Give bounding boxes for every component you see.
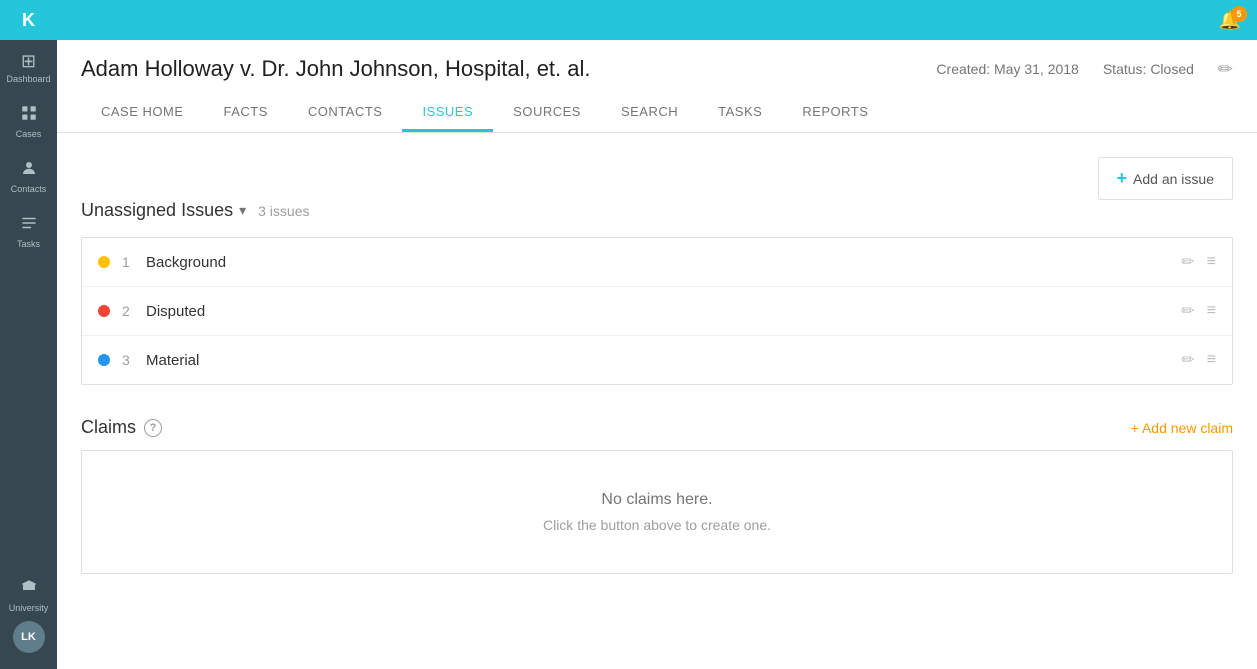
user-avatar[interactable]: LK <box>13 621 45 653</box>
sidebar-label-contacts: Contacts <box>11 184 47 194</box>
case-title-row: Adam Holloway v. Dr. John Johnson, Hospi… <box>81 56 1233 82</box>
notification-bell[interactable]: 🔔 5 <box>1219 10 1241 31</box>
tab-sources[interactable]: SOURCES <box>493 94 601 132</box>
help-icon[interactable]: ? <box>144 419 162 437</box>
issue-num: 2 <box>122 303 146 319</box>
unassigned-title-text: Unassigned Issues <box>81 200 233 221</box>
avatar-initials: LK <box>21 631 36 643</box>
issue-edit-icon[interactable]: ✏ <box>1181 301 1194 321</box>
sidebar-label-tasks: Tasks <box>17 239 40 249</box>
case-nav: CASE HOME FACTS CONTACTS ISSUES SOURCES … <box>81 94 1233 132</box>
issue-name: Disputed <box>146 303 1181 320</box>
unassigned-issues-header: Unassigned Issues ▾ 3 issues <box>81 200 1233 221</box>
tab-search[interactable]: SEARCH <box>601 94 698 132</box>
issue-actions: ✏ ≡ <box>1181 301 1216 321</box>
claims-title-text: Claims <box>81 417 136 438</box>
case-created: Created: May 31, 2018 <box>936 61 1078 77</box>
issue-dot-blue <box>98 354 110 366</box>
sidebar: K ⊞ Dashboard Cases Contacts Tasks Unive… <box>0 0 57 669</box>
claims-header: Claims ? + Add new claim <box>81 417 1233 438</box>
cases-icon <box>20 104 38 125</box>
no-claims-box: No claims here. Click the button above t… <box>81 450 1233 574</box>
sidebar-label-dashboard: Dashboard <box>6 74 50 84</box>
no-claims-text: No claims here. <box>122 491 1192 509</box>
tab-issues[interactable]: ISSUES <box>402 94 493 132</box>
issue-name: Material <box>146 352 1181 369</box>
topbar: 🔔 5 <box>57 0 1257 40</box>
tab-contacts[interactable]: CONTACTS <box>288 94 403 132</box>
tab-tasks[interactable]: TASKS <box>698 94 782 132</box>
table-row: 2 Disputed ✏ ≡ <box>82 287 1232 336</box>
unassigned-issues-title: Unassigned Issues ▾ <box>81 200 246 221</box>
tab-facts[interactable]: FACTS <box>204 94 288 132</box>
case-title: Adam Holloway v. Dr. John Johnson, Hospi… <box>81 56 591 82</box>
sidebar-label-cases: Cases <box>16 129 42 139</box>
issue-drag-icon[interactable]: ≡ <box>1207 253 1216 271</box>
sidebar-label-university: University <box>9 603 49 613</box>
tasks-icon <box>20 214 38 235</box>
issues-table: 1 Background ✏ ≡ 2 Disputed ✏ ≡ 3 Ma <box>81 237 1233 385</box>
add-new-claim-button[interactable]: + Add new claim <box>1131 420 1233 436</box>
case-edit-icon[interactable]: ✏ <box>1218 59 1233 80</box>
contacts-icon <box>20 159 38 180</box>
sidebar-item-contacts[interactable]: Contacts <box>0 147 57 202</box>
issue-num: 3 <box>122 352 146 368</box>
notification-badge: 5 <box>1231 6 1247 22</box>
issue-dot-red <box>98 305 110 317</box>
case-status: Status: Closed <box>1103 61 1194 77</box>
no-claims-sub: Click the button above to create one. <box>122 517 1192 533</box>
issue-drag-icon[interactable]: ≡ <box>1207 302 1216 320</box>
university-icon <box>20 578 38 599</box>
issue-actions: ✏ ≡ <box>1181 252 1216 272</box>
issue-num: 1 <box>122 254 146 270</box>
issue-name: Background <box>146 254 1181 271</box>
sidebar-item-university[interactable]: University <box>0 566 57 621</box>
issue-edit-icon[interactable]: ✏ <box>1181 252 1194 272</box>
add-issue-label: Add an issue <box>1133 171 1214 187</box>
main-content: 🔔 5 Adam Holloway v. Dr. John Johnson, H… <box>57 0 1257 669</box>
table-row: 1 Background ✏ ≡ <box>82 238 1232 287</box>
table-row: 3 Material ✏ ≡ <box>82 336 1232 384</box>
sidebar-item-tasks[interactable]: Tasks <box>0 202 57 257</box>
tab-reports[interactable]: REPORTS <box>782 94 888 132</box>
issue-drag-icon[interactable]: ≡ <box>1207 351 1216 369</box>
issue-actions: ✏ ≡ <box>1181 350 1216 370</box>
app-logo: K <box>0 0 57 40</box>
case-header: Adam Holloway v. Dr. John Johnson, Hospi… <box>57 40 1257 133</box>
dashboard-icon: ⊞ <box>21 52 36 70</box>
chevron-down-icon[interactable]: ▾ <box>239 202 246 219</box>
claims-title: Claims ? <box>81 417 162 438</box>
issues-content: + Add an issue Unassigned Issues ▾ 3 iss… <box>57 133 1257 669</box>
sidebar-item-dashboard[interactable]: ⊞ Dashboard <box>0 40 57 92</box>
issue-dot-yellow <box>98 256 110 268</box>
case-meta: Created: May 31, 2018 Status: Closed <box>936 61 1193 77</box>
add-issue-button[interactable]: + Add an issue <box>1098 157 1233 200</box>
logo-letter: K <box>22 10 35 31</box>
tab-case-home[interactable]: CASE HOME <box>81 94 204 132</box>
issue-edit-icon[interactable]: ✏ <box>1181 350 1194 370</box>
sidebar-item-cases[interactable]: Cases <box>0 92 57 147</box>
add-issue-plus-icon: + <box>1117 168 1128 189</box>
issue-count: 3 issues <box>258 203 309 219</box>
